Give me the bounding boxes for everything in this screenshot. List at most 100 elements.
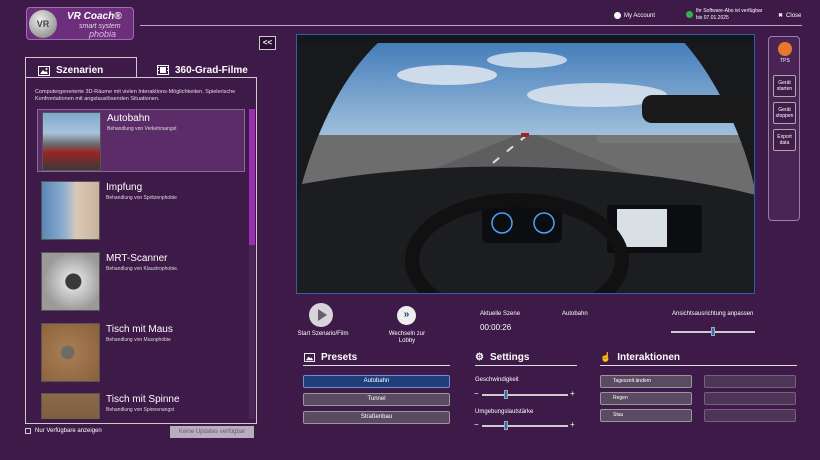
- view-orientation-label: Ansichtsausrichtung anpassen: [672, 311, 754, 317]
- presets-title: Presets: [304, 352, 357, 363]
- scrollbar-thumb[interactable]: [249, 109, 255, 245]
- speed-plus-button[interactable]: +: [570, 389, 575, 398]
- tab-scenarios[interactable]: Szenarien: [25, 57, 137, 78]
- vr-scene-image: [297, 35, 754, 293]
- thumbnail-maus: [41, 323, 100, 382]
- content-tabs: Szenarien 360-Grad-Filme: [25, 57, 257, 78]
- thumbnail-spinne: [41, 393, 100, 419]
- tab-360-films-label: 360-Grad-Filme: [175, 64, 248, 76]
- logo-tagline: phobia: [89, 29, 117, 39]
- film-icon: [157, 65, 169, 75]
- close-icon: ✖: [778, 13, 784, 19]
- preset-strassenbau-button[interactable]: Straßenbau: [303, 411, 450, 424]
- settings-title-text: Settings: [489, 352, 530, 363]
- slider-knob[interactable]: [711, 327, 715, 336]
- scenario-title: Autobahn: [107, 113, 150, 124]
- status-dot-icon: [686, 11, 693, 18]
- scenario-title: Tisch mit Spinne: [106, 394, 180, 405]
- list-item[interactable]: Autobahn Behandlung von Verkehrsangst: [37, 109, 245, 172]
- lobby-label: Wechseln zur Lobby: [388, 331, 426, 344]
- hand-pointer-icon: ☝: [600, 352, 612, 362]
- updates-button: Keine Updates verfügbar: [170, 426, 254, 438]
- subscription-status: Ihr Software-Abo ist verfügbar bis 07.01.…: [686, 8, 762, 22]
- presets-divider: [303, 365, 450, 366]
- image-icon: [38, 65, 50, 76]
- collapse-panel-button[interactable]: <<: [259, 36, 276, 50]
- close-button[interactable]: ✖ Close: [778, 12, 802, 20]
- interactions-divider: [600, 365, 797, 366]
- list-item[interactable]: Tisch mit Maus Behandlung von Musophobie: [37, 321, 245, 384]
- slider-knob[interactable]: [504, 390, 509, 399]
- tab-360-films[interactable]: 360-Grad-Filme: [145, 57, 265, 78]
- interactions-title-text: Interaktionen: [617, 352, 681, 363]
- volume-slider[interactable]: [482, 421, 568, 430]
- close-label: Close: [786, 12, 802, 19]
- volume-plus-button[interactable]: +: [570, 420, 575, 429]
- scenario-title: Tisch mit Maus: [106, 324, 173, 335]
- preset-tunnel-button[interactable]: Tunnel: [303, 393, 450, 406]
- available-only-checkbox[interactable]: Nur Verfügbare anzeigen: [25, 428, 102, 434]
- scenario-subtitle: Behandlung von Klaustrophobie.: [106, 266, 179, 272]
- lobby-button[interactable]: »: [397, 306, 416, 325]
- header-divider: [140, 25, 802, 26]
- scenario-subtitle: Behandlung von Spritzenphobie: [106, 195, 177, 201]
- presets-title-text: Presets: [321, 352, 358, 363]
- settings-divider: [475, 365, 577, 366]
- tps-logo-icon: [778, 42, 792, 56]
- image-icon: [304, 353, 315, 362]
- checkbox-label: Nur Verfügbare anzeigen: [35, 428, 102, 434]
- thumbnail-autobahn: [42, 112, 101, 171]
- panel-description: Computergenerierte 3D-Räume mit vielen I…: [35, 89, 236, 102]
- interaction-empty-slot[interactable]: [704, 375, 796, 388]
- list-item[interactable]: MRT-Scanner Behandlung von Klaustrophobi…: [37, 250, 245, 313]
- scenario-title: MRT-Scanner: [106, 253, 168, 264]
- interactions-title: ☝ Interaktionen: [600, 352, 680, 363]
- settings-title: ⚙ Settings: [475, 352, 529, 363]
- scenario-title: Impfung: [106, 182, 143, 193]
- speed-slider[interactable]: [482, 390, 568, 399]
- elapsed-time: 00:00:26: [480, 323, 512, 332]
- checkbox-box[interactable]: [25, 428, 31, 434]
- interaction-empty-slot[interactable]: [704, 409, 796, 422]
- interaction-tageszeit-button[interactable]: Tageszeit ändern: [600, 375, 692, 388]
- app-logo: VR VR Coach® smart system phobia: [26, 7, 134, 40]
- scenario-subtitle: Behandlung von Verkehrsangst: [107, 126, 177, 132]
- tps-logo-text: TPS: [780, 58, 790, 64]
- speed-label: Geschwindigkeit: [475, 377, 519, 383]
- play-button[interactable]: [309, 303, 333, 327]
- scenario-subtitle: Behandlung von Musophobie: [106, 337, 171, 343]
- user-icon: [614, 12, 621, 19]
- scenario-subtitle: Behandlung von Spinnenangst: [106, 407, 175, 413]
- account-link[interactable]: My Account: [614, 12, 655, 19]
- subscription-line2: bis 07.01.2025: [696, 15, 729, 21]
- interaction-regen-button[interactable]: Regen: [600, 392, 692, 405]
- start-label: Start Szenario/Film: [297, 331, 349, 337]
- thumbnail-impfung: [41, 181, 100, 240]
- current-scene-label: Aktuelle Szene: [480, 311, 521, 317]
- tab-scenarios-label: Szenarien: [56, 65, 104, 76]
- subscription-line1: Ihr Software-Abo ist verfügbar: [696, 8, 763, 14]
- top-bar: VR VR Coach® smart system phobia My Acco…: [0, 0, 820, 40]
- current-scene-value: Autobahn: [562, 311, 588, 317]
- vr-view: [296, 34, 755, 294]
- view-orientation-slider[interactable]: [671, 327, 755, 336]
- preset-autobahn-button[interactable]: Autobahn: [303, 375, 450, 388]
- logo-disc: VR: [29, 10, 57, 38]
- export-data-button[interactable]: Export data: [773, 129, 796, 151]
- interaction-empty-slot[interactable]: [704, 392, 796, 405]
- start-device-button[interactable]: Gerät starten: [773, 75, 796, 97]
- logo-title: VR Coach®: [67, 11, 122, 22]
- slider-knob[interactable]: [504, 421, 509, 430]
- scrollbar[interactable]: [249, 109, 255, 419]
- interaction-stau-button[interactable]: Stau: [600, 409, 692, 422]
- list-item[interactable]: Tisch mit Spinne Behandlung von Spinnena…: [37, 391, 245, 419]
- speed-minus-button[interactable]: −: [474, 389, 479, 398]
- scenario-panel: Computergenerierte 3D-Räume mit vielen I…: [25, 77, 257, 424]
- list-item[interactable]: Impfung Behandlung von Spritzenphobie: [37, 179, 245, 242]
- gears-icon: ⚙: [475, 352, 484, 363]
- volume-label: Umgebungslautstärke: [475, 409, 534, 415]
- scenario-list: Autobahn Behandlung von Verkehrsangst Im…: [37, 109, 247, 419]
- stop-device-button[interactable]: Gerät stoppen: [773, 102, 796, 124]
- volume-minus-button[interactable]: −: [474, 420, 479, 429]
- device-panel: TPS Gerät starten Gerät stoppen Export d…: [768, 36, 800, 221]
